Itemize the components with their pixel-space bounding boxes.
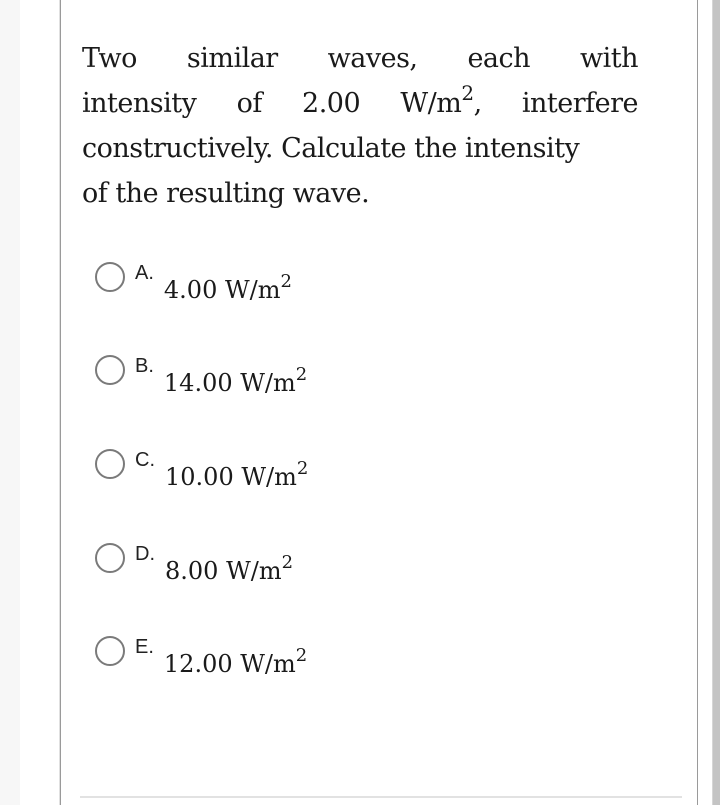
word: intensity (82, 88, 197, 119)
question-line-2: intensity of 2.00 W/m2, interfere (82, 81, 639, 126)
word: Two (82, 43, 137, 74)
word: waves, (327, 43, 418, 74)
word: with (579, 43, 639, 74)
option-e[interactable]: E. 12.00 W/m2 (95, 636, 308, 679)
word: similar (186, 43, 278, 74)
option-letter: A. (135, 262, 154, 284)
word: of (236, 88, 263, 119)
question-line-3: constructively. Calculate the intensity (82, 133, 580, 164)
option-c[interactable]: C. 10.00 W/m2 (95, 449, 309, 492)
page-gutter (0, 0, 20, 805)
divider (80, 796, 682, 798)
option-b[interactable]: B. 14.00 W/m2 (95, 355, 308, 398)
option-value: 12.00 W/m2 (163, 645, 308, 679)
option-d[interactable]: D. 8.00 W/m2 (95, 543, 294, 586)
scrollbar[interactable] (712, 0, 720, 805)
question-line-4: of the resulting wave. (82, 178, 370, 209)
option-letter: D. (135, 543, 155, 565)
radio-button[interactable] (95, 262, 125, 292)
question-line-1: Two similar waves, each with (82, 36, 638, 81)
radio-button[interactable] (95, 543, 125, 573)
word: interfere (521, 88, 639, 119)
option-value: 8.00 W/m2 (165, 552, 294, 586)
option-value: 4.00 W/m2 (163, 271, 292, 305)
word: 2.00 (302, 88, 361, 119)
question-text: Two similar waves, each with intensity o… (82, 36, 639, 216)
option-a[interactable]: A. 4.00 W/m2 (95, 262, 292, 305)
option-letter: B. (135, 355, 154, 377)
radio-button[interactable] (95, 636, 125, 666)
option-letter: E. (135, 636, 154, 658)
option-letter: C. (135, 449, 155, 471)
unit: W/m2, (400, 81, 482, 119)
radio-button[interactable] (95, 355, 125, 385)
option-value: 10.00 W/m2 (165, 458, 309, 492)
unit-exponent: 2 (461, 81, 474, 105)
word: each (467, 43, 531, 74)
option-value: 14.00 W/m2 (163, 364, 308, 398)
radio-button[interactable] (95, 449, 125, 479)
